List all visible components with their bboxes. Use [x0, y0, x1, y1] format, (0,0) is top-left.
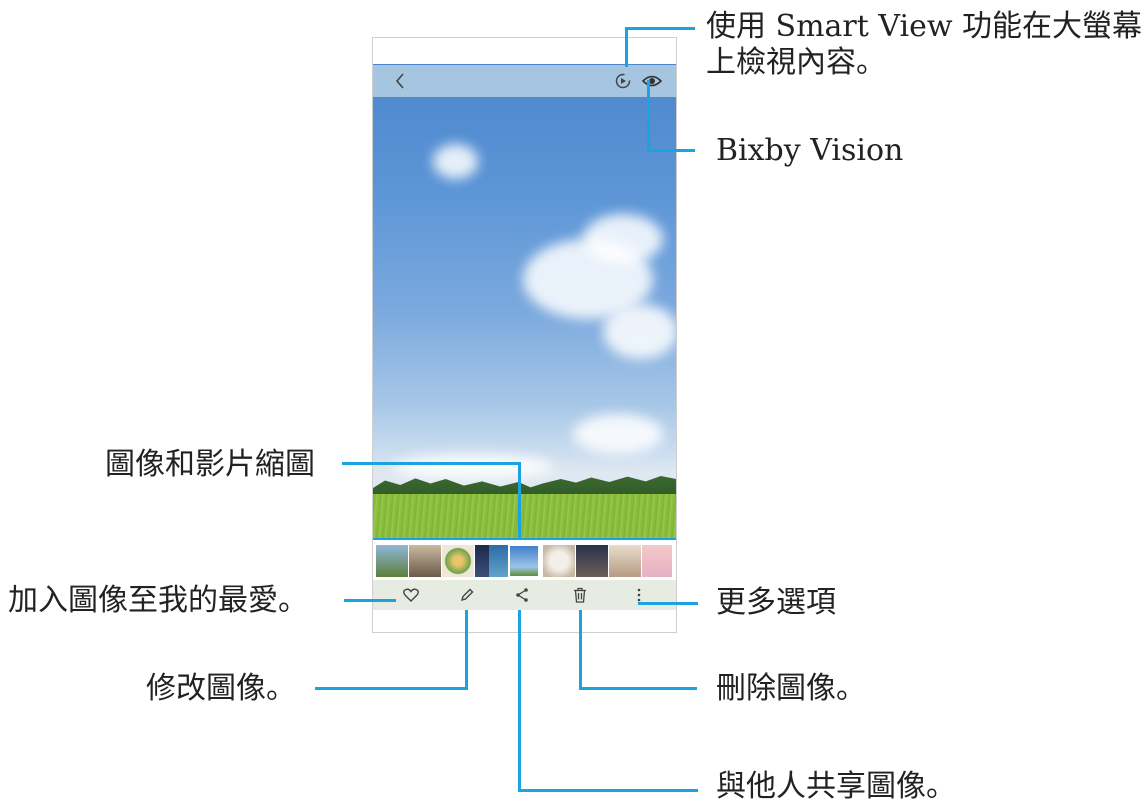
thumbnail[interactable]	[543, 545, 575, 577]
callout-label-bixby: Bixby Vision	[716, 133, 904, 168]
rice-field	[373, 494, 676, 538]
callout-line-edit	[315, 687, 468, 690]
eye-icon[interactable]	[641, 71, 663, 91]
callout-label-delete: 刪除圖像。	[716, 671, 866, 706]
thumbnail-selected[interactable]	[508, 544, 540, 578]
callout-label-smart-view-2: 上檢視內容。	[706, 45, 886, 80]
callout-label-edit: 修改圖像。	[146, 671, 296, 706]
callout-line-bixby	[647, 149, 695, 152]
thumbnail[interactable]	[576, 545, 608, 577]
callout-line-delete	[579, 610, 582, 690]
thumbnail-strip	[373, 538, 676, 582]
callout-label-thumbnails: 圖像和影片縮圖	[105, 447, 315, 482]
thumbnail[interactable]	[376, 545, 408, 577]
bottom-toolbar	[373, 580, 676, 610]
trash-icon[interactable]	[570, 585, 590, 605]
callout-label-favorite: 加入圖像至我的最愛。	[8, 583, 308, 618]
heart-icon[interactable]	[401, 585, 421, 605]
cloud	[583, 214, 663, 264]
callout-line-thumbnails	[342, 462, 520, 465]
callout-label-share: 與他人共享圖像。	[716, 769, 956, 804]
smart-view-icon[interactable]	[613, 71, 633, 91]
callout-line-share	[518, 789, 698, 792]
top-toolbar	[373, 65, 676, 97]
cloud	[603, 304, 676, 359]
thumbnail[interactable]	[642, 545, 672, 577]
callout-line-bixby	[647, 80, 650, 152]
pencil-icon[interactable]	[457, 585, 477, 605]
phone-screen	[372, 37, 677, 633]
share-icon[interactable]	[512, 585, 532, 605]
callout-label-more: 更多選項	[716, 585, 836, 620]
cloud	[433, 144, 478, 179]
callout-label-smart-view-1: 使用 Smart View 功能在大螢幕	[706, 9, 1143, 44]
callout-line-delete	[579, 687, 697, 690]
callout-line-thumbnails	[518, 462, 521, 538]
callout-line-smart-view	[625, 27, 628, 67]
thumbnail[interactable]	[409, 545, 441, 577]
callout-line-share	[518, 610, 521, 792]
cloud	[393, 454, 553, 479]
thumbnail[interactable]	[489, 545, 509, 577]
callout-line-more	[638, 602, 698, 605]
cloud	[573, 414, 663, 454]
thumbnail[interactable]	[442, 545, 474, 577]
callout-line-favorite	[344, 599, 396, 602]
back-icon[interactable]	[391, 71, 409, 91]
callout-line-smart-view	[625, 27, 695, 30]
photo-view[interactable]	[373, 64, 676, 538]
callout-line-edit	[465, 610, 468, 690]
thumbnail[interactable]	[609, 545, 641, 577]
